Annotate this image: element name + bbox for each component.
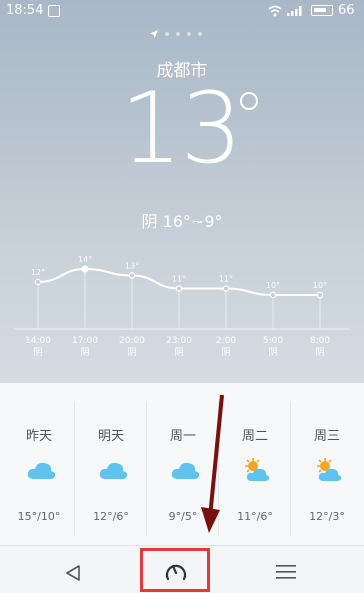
partly-sunny-icon [314,457,344,483]
temperature-label: 14° [78,255,92,264]
hour-weather-label: 阴 [80,347,89,358]
temperature-range: 11°/6° [237,510,273,523]
speedometer-icon[interactable] [164,560,188,584]
wifi-icon [268,5,282,17]
temperature-label: 10° [313,281,327,290]
temperature-label: 10° [266,281,280,290]
hour-label: 14:00 [25,336,51,346]
temperature-point [128,272,136,279]
bottom-navigation [0,545,364,593]
daily-forecast-item[interactable]: 昨天 15°/10° [4,383,74,523]
daily-forecast-item[interactable]: 周二 11°/6° [220,383,290,523]
temperature-point [269,291,277,299]
partly-sunny-icon [242,457,272,483]
page-dot [198,32,202,36]
temperature-range: 12°/6° [93,510,129,523]
battery-icon [311,5,333,16]
hour-label: 8:00 [310,336,330,346]
hour-weather-label: 阴 [268,347,277,358]
column-divider [290,401,291,536]
signal-icon [287,6,302,16]
page-indicator[interactable] [150,30,202,38]
day-label: 昨天 [25,429,52,444]
temperature-point [34,278,42,286]
cloudy-icon [170,457,200,483]
temperature-point [316,291,324,299]
daily-forecast: 昨天 15°/10° 明天 12°/6° 周一 9°/5° 周二 11°/6° 周三 12°/3° [0,383,364,545]
hour-weather-label: 阴 [174,347,183,358]
cloudy-icon [98,457,128,483]
column-divider [74,401,75,536]
degree-symbol [240,92,258,110]
back-icon[interactable] [64,564,82,582]
hour-weather-label: 阴 [127,347,136,358]
temperature-label: 12° [31,268,45,277]
daily-forecast-item[interactable]: 周三 12°/3° [292,383,362,523]
hour-weather-label: 阴 [33,347,42,358]
temperature-point [175,285,183,292]
page-dot [165,32,169,36]
annotation-arrow [201,395,224,533]
temperature-range: 15°/10° [17,510,61,523]
notification-icon [48,5,60,17]
day-label: 周二 [241,429,268,444]
hour-label: 20:00 [119,336,145,346]
menu-icon[interactable] [276,564,296,580]
hour-label: 2:00 [216,336,236,346]
battery-level: 66 [338,3,355,18]
current-temperature: 13 [120,72,243,186]
hourly-temperature-chart: 12°14:00阴14°17:00阴13°20:00阴11°23:00阴11°2… [14,255,350,358]
day-label: 周三 [313,429,340,444]
temperature-label: 11° [172,275,186,284]
temperature-label: 11° [219,275,233,284]
temperature-range: 12°/3° [309,510,345,523]
location-arrow-icon [150,30,158,38]
page-dot [187,32,191,36]
cloudy-icon [26,457,56,483]
hour-weather-label: 阴 [221,347,230,358]
status-time: 18:54 [6,3,44,18]
status-bar: 18:54 66 [0,0,364,22]
temperature-label: 13° [125,262,139,271]
day-label: 明天 [97,429,124,444]
hour-weather-label: 阴 [315,347,324,358]
column-divider [146,401,147,536]
page-dot [176,32,180,36]
temperature-point [222,285,230,292]
condition-summary: 阴 16°~9° [141,212,223,231]
hour-label: 23:00 [166,336,192,346]
temperature-point [81,265,89,273]
daily-forecast-item[interactable]: 明天 12°/6° [76,383,146,523]
hour-label: 5:00 [263,336,283,346]
hour-label: 17:00 [72,336,98,346]
